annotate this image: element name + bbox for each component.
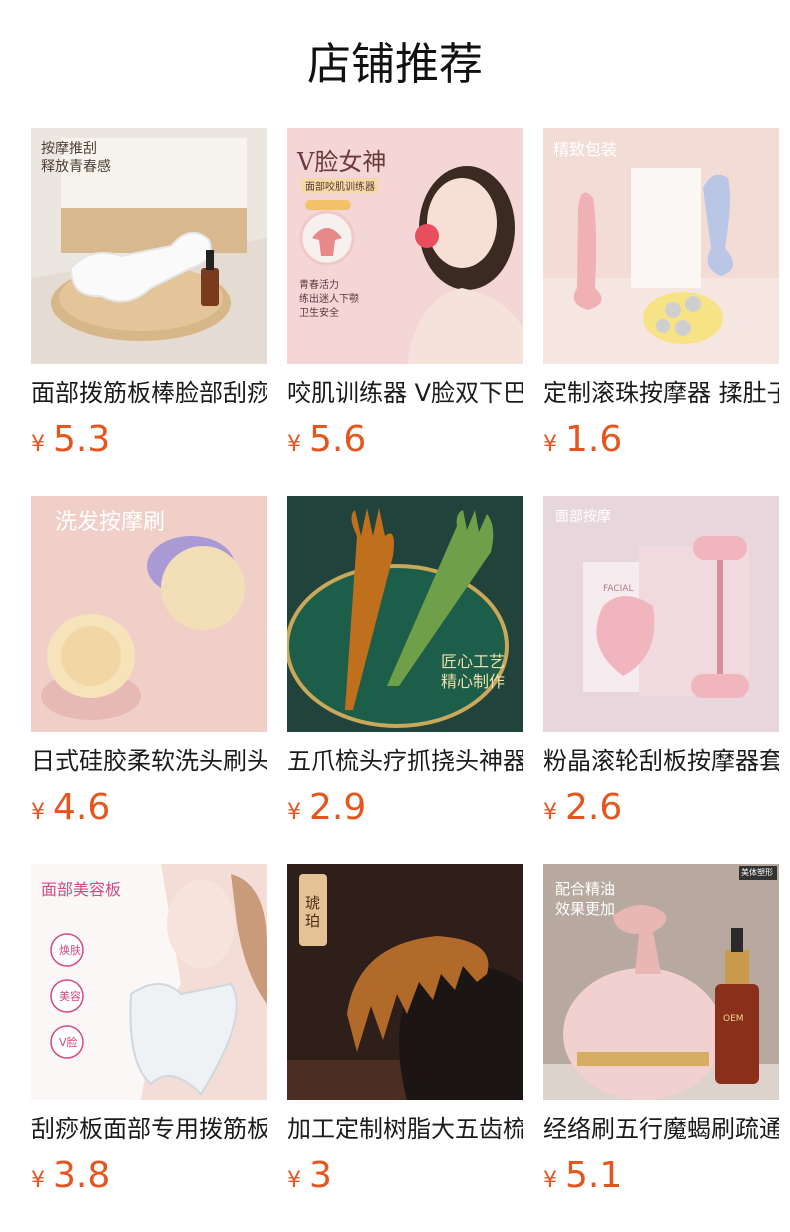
product-card[interactable]: 琥珀 加工定制树脂大五齿梳 ¥ 3 (287, 864, 523, 1232)
product-card[interactable]: 匠心工艺 精心制作 五爪梳头疗抓挠头神器 ¥ 2.9 (287, 496, 523, 864)
currency-symbol: ¥ (31, 1168, 45, 1193)
price-value: 1.6 (565, 419, 623, 460)
product-price: ¥ 1.6 (543, 420, 779, 460)
product-card[interactable]: 精致包装 定制滚珠按摩器 揉肚子 ¥ 1.6 (543, 128, 779, 496)
product-title[interactable]: 日式硅胶柔软洗头刷头皮 (31, 746, 267, 776)
product-image[interactable]: 洗发按摩刷 (31, 496, 267, 732)
thumb-caption: 面部咬肌训练器 (301, 178, 379, 193)
currency-symbol: ¥ (287, 800, 301, 825)
price-value: 3.8 (53, 1155, 111, 1196)
product-title[interactable]: 定制滚珠按摩器 揉肚子 (543, 378, 779, 408)
currency-symbol: ¥ (31, 800, 45, 825)
thumb-caption: 释放青春感 (41, 159, 111, 175)
product-price: ¥ 2.6 (543, 788, 779, 828)
product-image[interactable]: 配合精油 效果更加 美体塑形 OEM (543, 864, 779, 1100)
price-value: 4.6 (53, 787, 111, 828)
product-image[interactable]: 精致包装 (543, 128, 779, 364)
thumb-caption: 面部美容板 (41, 880, 122, 899)
product-title[interactable]: 五爪梳头疗抓挠头神器 (287, 746, 523, 776)
thumb-caption: 按摩推刮 (41, 141, 97, 157)
product-price: ¥ 5.6 (287, 420, 523, 460)
product-price: ¥ 5.1 (543, 1156, 779, 1196)
price-value: 5.6 (309, 419, 367, 460)
product-card[interactable]: 配合精油 效果更加 美体塑形 OEM 经络刷五行魔蝎刷疏通 ¥ 5.1 (543, 864, 779, 1232)
thumb-caption: FACIAL (603, 584, 634, 594)
product-title[interactable]: 经络刷五行魔蝎刷疏通 (543, 1114, 779, 1144)
thumb-caption: 练出迷人下颚 (299, 294, 359, 305)
product-price: ¥ 3.8 (31, 1156, 267, 1196)
thumb-caption: 洗发按摩刷 (55, 510, 166, 535)
product-title[interactable]: 加工定制树脂大五齿梳 (287, 1114, 523, 1144)
section-title: 店铺推荐 (307, 39, 483, 90)
price-value: 5.3 (53, 419, 111, 460)
product-card[interactable]: 面部按摩 FACIAL 粉晶滚轮刮板按摩器套装 ¥ 2.6 (543, 496, 779, 864)
currency-symbol: ¥ (287, 1168, 301, 1193)
thumb-caption: 琥珀 (305, 894, 321, 930)
thumb-caption: 配合精油 (555, 880, 616, 898)
currency-symbol: ¥ (543, 800, 557, 825)
store-recommendation-page: 店铺推荐 按摩推刮 释放青春感 面部拨筋板棒脸部刮痧 ¥ 5.3 V脸女神 面部… (0, 0, 790, 1232)
price-value: 2.9 (309, 787, 367, 828)
product-image[interactable]: 琥珀 (287, 864, 523, 1100)
product-card[interactable]: 面部美容板 焕肤 美容 V脸 刮痧板面部专用拨筋板 ¥ 3.8 (31, 864, 267, 1232)
currency-symbol: ¥ (31, 432, 45, 457)
product-card[interactable]: V脸女神 面部咬肌训练器 青春活力 练出迷人下颚 卫生安全 咬肌训练器 V脸双下… (287, 128, 523, 496)
thumb-caption: 美容 (59, 990, 81, 1003)
product-price: ¥ 3 (287, 1156, 523, 1196)
product-title[interactable]: 咬肌训练器 V脸双下巴 (287, 378, 523, 408)
thumb-caption: 美体塑形 (741, 868, 773, 877)
thumb-caption: OEM (723, 1014, 744, 1024)
thumb-caption: 面部按摩 (555, 509, 611, 525)
currency-symbol: ¥ (287, 432, 301, 457)
currency-symbol: ¥ (543, 432, 557, 457)
product-price: ¥ 4.6 (31, 788, 267, 828)
price-value: 2.6 (565, 787, 623, 828)
product-title[interactable]: 粉晶滚轮刮板按摩器套装 (543, 746, 779, 776)
thumb-caption: 卫生安全 (299, 308, 339, 319)
product-image[interactable]: 匠心工艺 精心制作 (287, 496, 523, 732)
thumb-caption: 精致包装 (553, 140, 618, 159)
product-image[interactable]: 按摩推刮 释放青春感 (31, 128, 267, 364)
product-card[interactable]: 洗发按摩刷 日式硅胶柔软洗头刷头皮 ¥ 4.6 (31, 496, 267, 864)
thumb-caption: 焕肤 (59, 944, 81, 957)
thumb-caption: 精心制作 (441, 672, 506, 691)
thumb-caption: V脸 (59, 1036, 78, 1049)
price-value: 5.1 (565, 1155, 623, 1196)
product-price: ¥ 5.3 (31, 420, 267, 460)
product-price: ¥ 2.9 (287, 788, 523, 828)
currency-symbol: ¥ (543, 1168, 557, 1193)
thumb-caption: V脸女神 (297, 148, 387, 176)
product-image[interactable]: 面部按摩 FACIAL (543, 496, 779, 732)
product-card[interactable]: 按摩推刮 释放青春感 面部拨筋板棒脸部刮痧 ¥ 5.3 (31, 128, 267, 496)
product-image[interactable]: V脸女神 面部咬肌训练器 青春活力 练出迷人下颚 卫生安全 (287, 128, 523, 364)
product-title[interactable]: 面部拨筋板棒脸部刮痧 (31, 378, 267, 408)
product-title[interactable]: 刮痧板面部专用拨筋板 (31, 1114, 267, 1144)
product-grid: 按摩推刮 释放青春感 面部拨筋板棒脸部刮痧 ¥ 5.3 V脸女神 面部咬肌训练器… (31, 128, 790, 1232)
product-image[interactable]: 面部美容板 焕肤 美容 V脸 (31, 864, 267, 1100)
price-value: 3 (309, 1155, 332, 1196)
thumb-caption: 效果更加 (555, 900, 616, 918)
thumb-caption: 青春活力 (299, 280, 339, 291)
